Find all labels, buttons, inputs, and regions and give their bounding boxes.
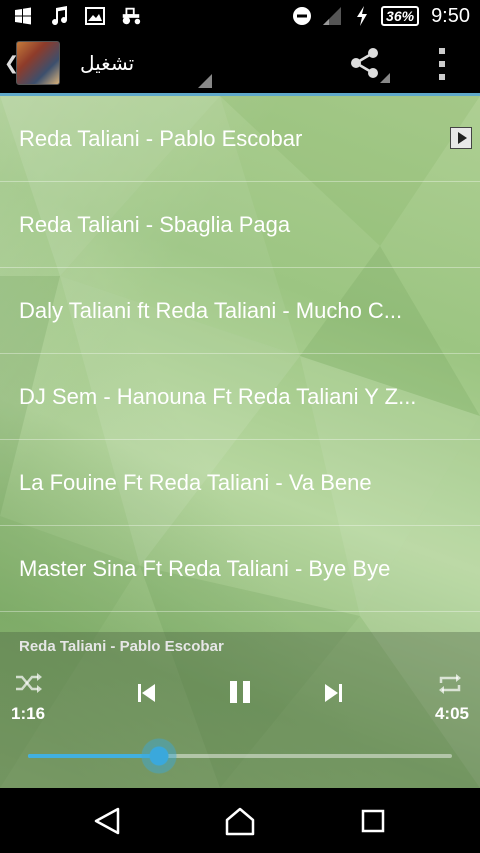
player-panel: Reda Taliani - Pablo Escobar 1:16 4:05 xyxy=(0,632,480,788)
previous-button[interactable] xyxy=(136,682,158,709)
clock: 9:50 xyxy=(431,4,470,27)
overflow-menu-button[interactable] xyxy=(436,48,448,80)
home-icon xyxy=(225,807,255,836)
dropdown-indicator-icon xyxy=(198,74,212,88)
app-icon[interactable] xyxy=(16,41,60,85)
list-item[interactable]: Reda Taliani - Pablo Escobar xyxy=(0,96,480,182)
screen-title[interactable]: تشغيل xyxy=(80,51,134,76)
menu-dot xyxy=(439,74,445,80)
list-item[interactable]: Daly Taliani ft Reda Taliani - Mucho C..… xyxy=(0,268,480,354)
notification-icons xyxy=(12,5,142,27)
next-button[interactable] xyxy=(322,682,344,709)
pause-button[interactable] xyxy=(228,680,252,709)
share-icon xyxy=(351,48,378,78)
track-title: Reda Taliani - Sbaglia Paga xyxy=(19,212,291,237)
total-duration: 4:05 xyxy=(434,704,469,723)
track-title: La Fouine Ft Reda Taliani - Va Bene xyxy=(19,470,372,495)
skip-previous-icon xyxy=(138,684,155,702)
list-item[interactable]: La Fouine Ft Reda Taliani - Va Bene xyxy=(0,440,480,526)
action-bar: ❮ تشغيل xyxy=(0,33,480,93)
list-item[interactable]: Master Sina Ft Reda Taliani - Bye Bye xyxy=(0,526,480,612)
tractor-icon xyxy=(120,5,142,27)
seek-progress xyxy=(28,754,160,758)
music-note-icon xyxy=(48,5,70,27)
repeat-icon xyxy=(439,674,461,694)
track-list: Reda Taliani - Pablo Escobar Reda Talian… xyxy=(0,96,480,612)
do-not-disturb-icon xyxy=(291,5,313,27)
track-title: Reda Taliani - Pablo Escobar xyxy=(19,126,303,151)
share-dropdown-indicator-icon xyxy=(380,73,390,83)
track-title: Master Sina Ft Reda Taliani - Bye Bye xyxy=(19,556,391,581)
shuffle-icon xyxy=(16,673,42,693)
repeat-button[interactable] xyxy=(436,672,464,701)
seek-thumb[interactable] xyxy=(141,738,178,774)
recents-button[interactable] xyxy=(356,806,392,836)
track-title: DJ Sem - Hanouna Ft Reda Taliani Y Z... xyxy=(19,384,417,409)
skip-next-icon xyxy=(325,684,342,702)
now-playing-title: Reda Taliani - Pablo Escobar xyxy=(19,638,224,655)
back-button[interactable] xyxy=(89,806,125,836)
pause-icon xyxy=(230,681,250,703)
menu-dot xyxy=(439,61,445,67)
list-item[interactable]: Reda Taliani - Sbaglia Paga xyxy=(0,182,480,268)
recents-icon xyxy=(361,809,385,833)
elapsed-time: 1:16 xyxy=(11,704,46,723)
back-triangle-icon xyxy=(94,807,120,835)
navigation-bar xyxy=(0,788,480,853)
menu-dot xyxy=(439,48,445,54)
signal-icon xyxy=(321,5,343,27)
track-title: Daly Taliani ft Reda Taliani - Mucho C..… xyxy=(19,298,403,323)
play-icon xyxy=(457,132,467,144)
seek-bar[interactable] xyxy=(28,738,452,774)
image-icon xyxy=(84,5,106,27)
play-button[interactable] xyxy=(450,127,472,149)
windows-icon xyxy=(12,5,34,27)
home-button[interactable] xyxy=(222,806,258,836)
shuffle-button[interactable] xyxy=(14,672,44,701)
list-item[interactable]: DJ Sem - Hanouna Ft Reda Taliani Y Z... xyxy=(0,354,480,440)
charging-icon xyxy=(351,5,373,27)
status-bar: 36% 9:50 xyxy=(0,0,480,33)
battery-level: 36% xyxy=(381,6,420,26)
